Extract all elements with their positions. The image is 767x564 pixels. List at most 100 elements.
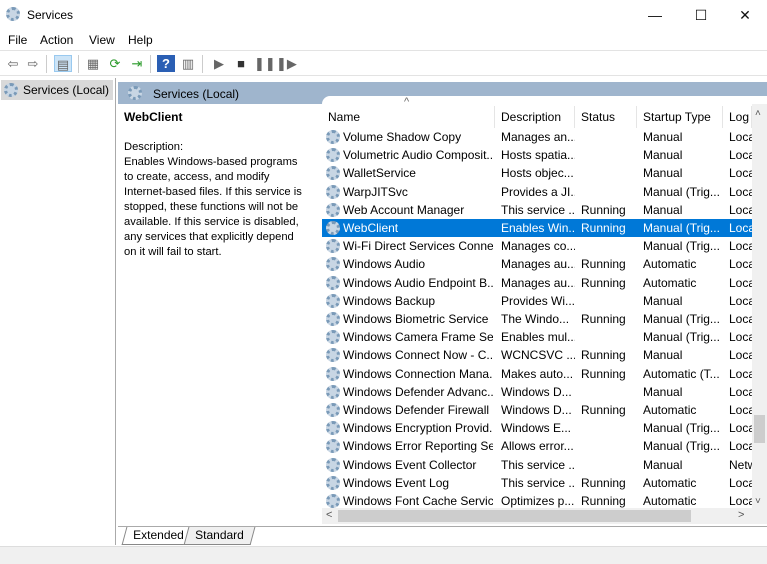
service-description: Windows D... (501, 403, 572, 417)
service-startup-type: Manual (Trig... (643, 439, 720, 454)
column-header-description[interactable]: Description (495, 106, 575, 128)
table-row[interactable]: Windows Defender Firewall Windows D... Run… (322, 401, 752, 419)
vertical-scroll-thumb[interactable] (754, 415, 765, 443)
horizontal-scroll-thumb[interactable] (338, 510, 691, 522)
toolbar-separator (150, 55, 151, 73)
service-description: Provides a JI... (501, 184, 575, 199)
service-startup-type: Automatic (643, 257, 697, 272)
service-log-on-as: Loca (729, 330, 752, 345)
table-row[interactable]: Windows Defender Advanc... Windows D... Ma… (322, 383, 752, 401)
service-status: Running (581, 257, 626, 272)
service-name: Windows Event Collector (343, 457, 477, 472)
services-list: ^ Name Description Status Startup Type Log Vo… (322, 96, 767, 524)
service-status: Running (581, 475, 626, 490)
service-description: Manages an... (501, 130, 575, 144)
table-row[interactable]: Volume Shadow Copy Manages an... Manual Loc… (322, 128, 752, 146)
refresh-icon[interactable]: ⟳ (106, 55, 124, 72)
service-gear-icon (326, 239, 340, 254)
table-row[interactable]: WebClient Enables Win... Running Manual (Tr… (322, 219, 752, 238)
table-row[interactable]: Windows Connection Mana... Makes auto... R… (322, 365, 752, 383)
help-icon[interactable]: ? (157, 55, 175, 72)
table-row[interactable]: Wi-Fi Direct Services Conne... Manages co… (322, 237, 752, 255)
service-description: This service ... (501, 475, 575, 490)
table-row[interactable]: Windows Event Collector This service ... M… (322, 456, 752, 474)
maximize-button[interactable]: ☐ (678, 0, 724, 30)
service-gear-icon (326, 202, 340, 217)
description-text: Enables Windows-based programs to create… (124, 156, 302, 258)
menu-action[interactable]: Action (40, 33, 73, 47)
tree-item-label: Services (Local) (23, 83, 110, 97)
service-log-on-as: Loca (729, 312, 752, 326)
service-description: Provides Wi... (501, 293, 575, 308)
table-row[interactable]: Windows Audio Manages au... Running Automat… (322, 255, 752, 273)
column-header-startup-type[interactable]: Startup Type (637, 106, 723, 128)
close-button[interactable]: ✕ (722, 0, 767, 30)
tree-item-services-local[interactable]: Services (Local) (1, 80, 113, 100)
column-header-status[interactable]: Status (575, 106, 637, 128)
scroll-up-arrow-icon[interactable]: ˄ (755, 108, 761, 119)
table-row[interactable]: Windows Error Reporting Se... Allows erro… (322, 437, 752, 455)
scroll-right-arrow-icon[interactable]: > (738, 509, 744, 521)
service-startup-type: Manual (643, 384, 683, 399)
service-name: WebClient (343, 221, 399, 235)
scroll-down-arrow-icon[interactable]: ˅ (755, 496, 761, 507)
pause-service-icon[interactable]: ❚❚ (254, 55, 276, 72)
table-row[interactable]: Windows Audio Endpoint B... Manages au...… (322, 274, 752, 292)
table-row[interactable]: Windows Backup Provides Wi... Manual Loca (322, 292, 752, 310)
service-startup-type: Manual (643, 293, 683, 308)
service-name: Web Account Manager (343, 202, 465, 217)
service-gear-icon (326, 439, 340, 454)
table-row[interactable]: Windows Connect Now - C... WCNCSVC ... Run… (322, 346, 752, 364)
services-icon (128, 86, 142, 100)
tab-standard[interactable]: Standard (183, 527, 256, 545)
table-row[interactable]: Windows Biometric Service The Windo... Run… (322, 310, 752, 328)
table-row[interactable]: WalletService Hosts objec... Manual Loca (322, 164, 752, 182)
table-row[interactable]: Web Account Manager This service ... Runni… (322, 201, 752, 219)
scroll-left-arrow-icon[interactable]: < (326, 509, 332, 521)
service-log-on-as: Loca (729, 293, 752, 308)
pane-header-title: Services (Local) (153, 87, 240, 101)
tab-extended-label: Extended (133, 528, 184, 542)
back-icon[interactable]: ⇦ (4, 55, 22, 72)
service-gear-icon (326, 148, 340, 163)
title-bar: Services — ☐ ✕ (0, 0, 767, 30)
menu-help[interactable]: Help (128, 33, 153, 47)
service-name: Volume Shadow Copy (343, 130, 462, 144)
vertical-scrollbar[interactable]: ˄ ˅ (752, 104, 767, 524)
service-description: Manages au... (501, 257, 575, 272)
export-list-icon[interactable]: ⇥ (128, 55, 146, 72)
restart-service-icon[interactable]: ❚▶ (276, 55, 297, 72)
table-row[interactable]: Windows Encryption Provid... Windows E...… (322, 419, 752, 437)
service-name: Windows Connect Now - C... (343, 348, 493, 363)
table-row[interactable]: WarpJITSvc Provides a JI... Manual (Trig..… (322, 183, 752, 201)
service-name: Windows Defender Advanc... (343, 384, 493, 399)
table-row[interactable]: Windows Camera Frame Se... Enables mul...… (322, 328, 752, 346)
status-bar (0, 546, 767, 564)
service-name: Windows Encryption Provid... (343, 421, 493, 436)
service-log-on-as: Loca (729, 221, 752, 235)
service-description: Manages au... (501, 275, 575, 290)
service-name: Volumetric Audio Composit... (343, 148, 493, 163)
service-log-on-as: Loca (729, 202, 752, 217)
service-gear-icon (326, 293, 340, 308)
menu-file[interactable]: File (8, 33, 27, 47)
forward-icon[interactable]: ⇨ (24, 55, 42, 72)
service-log-on-as: Netw (729, 457, 752, 472)
table-row[interactable]: Windows Event Log This service ... Running… (322, 474, 752, 492)
service-startup-type: Automatic (643, 475, 697, 490)
service-description: Hosts spatia... (501, 148, 575, 163)
service-name: Windows Backup (343, 293, 436, 308)
show-action-pane-icon[interactable]: ▥ (179, 55, 197, 72)
show-hide-tree-icon[interactable]: ▤ (54, 55, 72, 72)
stop-service-icon[interactable]: ■ (232, 55, 250, 72)
service-description: Enables mul... (501, 330, 575, 345)
service-status: Running (581, 403, 626, 417)
properties-icon[interactable]: ▦ (84, 55, 102, 72)
table-row[interactable]: Volumetric Audio Composit... Hosts spatia… (322, 146, 752, 164)
column-header-name[interactable]: Name (322, 106, 495, 128)
service-status: Running (581, 221, 626, 235)
minimize-button[interactable]: — (632, 0, 678, 30)
column-header-log-on-as[interactable]: Log (723, 106, 752, 128)
start-service-icon[interactable]: ▶ (210, 55, 228, 72)
menu-view[interactable]: View (89, 33, 115, 47)
